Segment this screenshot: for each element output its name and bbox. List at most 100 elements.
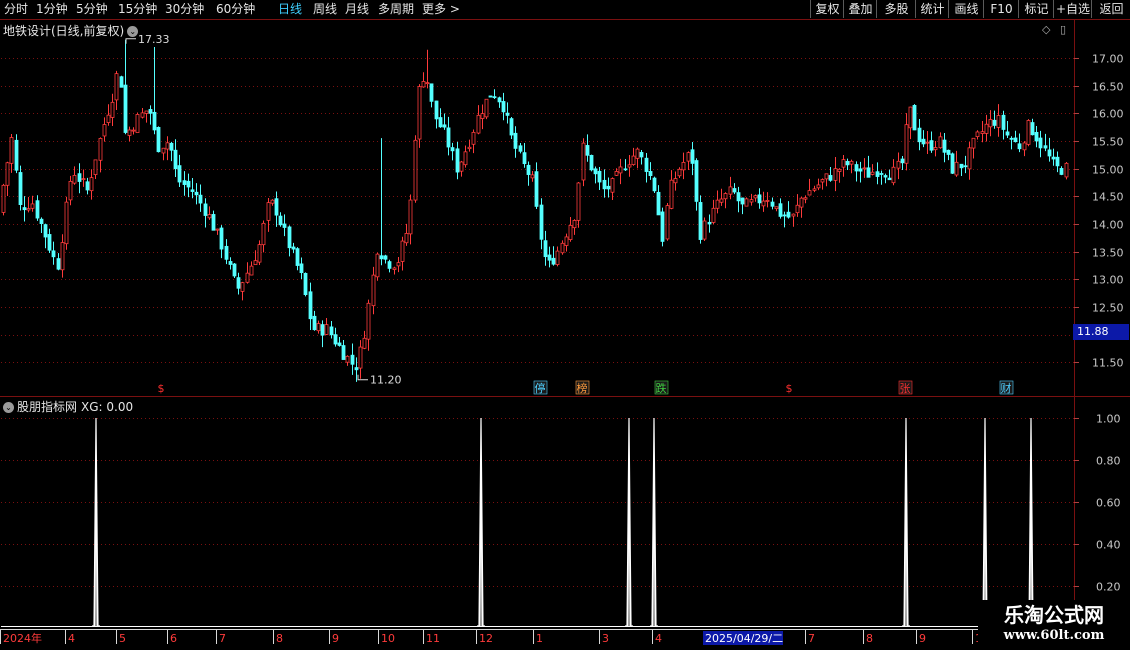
candle-body [102,124,107,137]
candle-body [740,197,745,205]
high-price-label: 17.33 [138,33,170,46]
indicator-value: XG: 0.00 [81,400,134,414]
candle-body [803,197,808,200]
event-marker: 停 [535,381,546,395]
diamond-icon[interactable]: ◇ [1042,23,1050,36]
price-axis-label: 14.50 [1092,191,1124,204]
candle-body [875,171,880,177]
candle-body [106,114,111,123]
candle-body [732,188,737,193]
candle-body [681,161,686,171]
low-marker-arrow [357,374,368,381]
candle-body [686,152,691,162]
candle-body [513,132,518,149]
candle-body [270,199,275,204]
candle-body [555,250,560,265]
candle-body [996,115,1001,128]
candle-body [534,171,539,207]
candle-body [879,173,884,175]
candle-body [488,95,493,98]
candle-body [119,76,124,88]
candle-body [446,127,451,148]
candle-body [917,127,922,143]
candle-body [169,142,174,151]
candle-body [253,260,258,266]
candle-body [551,257,556,265]
candle-body [698,202,703,240]
candle-body [530,174,535,179]
candle-body [715,199,720,209]
candle-body [144,110,149,114]
candle-body [387,261,392,269]
candle-body [1055,156,1060,167]
candle-body [30,203,35,209]
candle-body [18,172,23,205]
candle-body [81,178,86,181]
price-axis-label: 15.00 [1092,164,1124,177]
candle-body [215,228,220,231]
candle-body [98,138,103,161]
candle-body [774,206,779,210]
candle-body [337,342,342,346]
candle-body [1,184,6,213]
candle-body [316,323,321,332]
event-marker: 财 [1001,381,1012,395]
candle-body [341,345,346,360]
candle-body [652,177,657,192]
candle-body [593,168,598,175]
time-axis-label: 8 [276,632,283,645]
candle-body [455,148,460,173]
candle-body [828,175,833,181]
candle-body [845,161,850,166]
current-price-tag: 11.88 [1073,324,1129,340]
candle-body [543,240,548,258]
candle-body [900,158,905,164]
candle-body [450,147,455,152]
candle-body [203,203,208,216]
candle-body [946,149,951,155]
candle-body [114,73,119,101]
candle-body [967,147,972,170]
window-icon[interactable]: ▯ [1060,23,1066,36]
candle-body [1043,145,1048,149]
candle-body [971,137,976,149]
candle-body [320,324,325,336]
chevron-down-icon[interactable]: ⌄ [3,402,14,413]
candle-body [833,168,838,181]
candle-body [887,177,892,181]
candles-group [1,39,1069,382]
candle-body [929,140,934,151]
candle-body [820,179,825,183]
candle-body [425,82,430,85]
candle-body [904,124,909,164]
candle-body [959,163,964,169]
watermark-url: www.60lt.com [1003,628,1105,643]
chevron-down-icon[interactable]: ⌄ [127,26,139,37]
candle-body [807,190,812,196]
candle-body [266,202,271,221]
candle-body [665,205,670,240]
candle-body [190,189,195,192]
candle-body [1005,131,1010,136]
candle-body [131,129,136,132]
candle-body [207,214,212,219]
candle-body [761,200,766,207]
candle-body [1013,137,1018,143]
pane-controls: ◇ ▯ [1042,23,1066,36]
candle-body [505,112,510,116]
candle-body [1051,156,1056,160]
candle-body [43,224,48,238]
candle-body [375,253,380,278]
price-axis-label: 11.50 [1092,357,1124,370]
price-axis-label: 13.00 [1092,274,1124,287]
candle-body [522,152,527,165]
stock-title: 地铁设计(日线,前复权) [3,24,125,38]
time-axis-label: 10 [381,632,395,645]
candle-body [778,203,783,217]
signal-spike [650,417,658,627]
candle-body [228,261,233,265]
indicator-axis-label: 0.20 [1096,581,1121,594]
candle-body [581,142,586,181]
candle-body [896,160,901,169]
candle-body [421,81,426,88]
